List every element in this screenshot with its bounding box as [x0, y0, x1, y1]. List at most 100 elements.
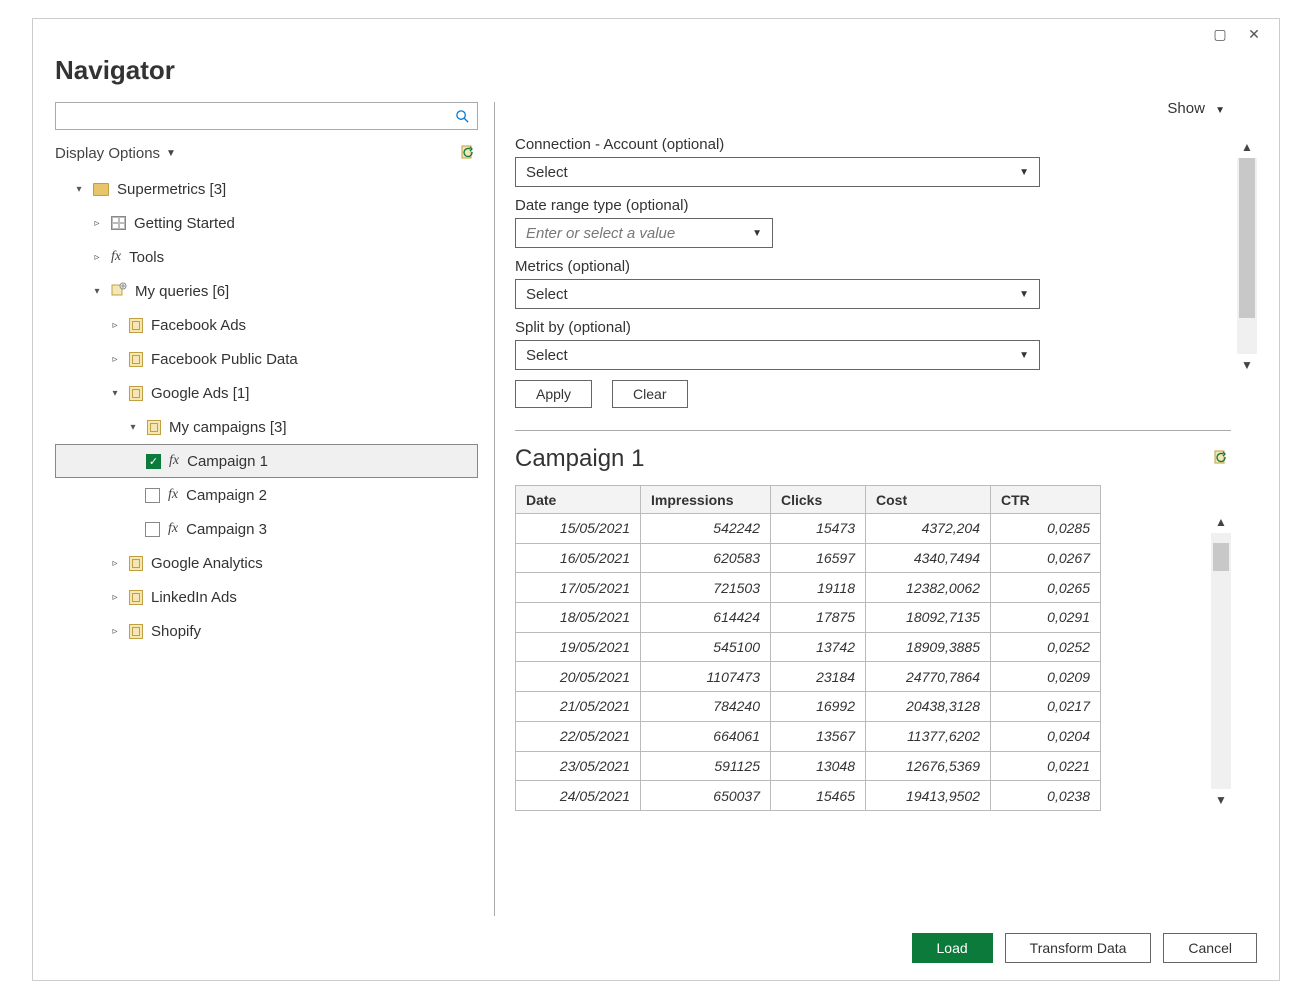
select-value: Select: [526, 286, 568, 303]
query-icon: [129, 386, 143, 401]
table-cell: 20/05/2021: [516, 662, 641, 692]
checkbox-unchecked[interactable]: [145, 488, 160, 503]
window-maximize-icon[interactable]: ▢: [1203, 22, 1237, 46]
table-row[interactable]: 18/05/20216144241787518092,71350,0291: [516, 603, 1101, 633]
splitby-label: Split by (optional): [515, 319, 1231, 336]
table-cell: 19118: [771, 573, 866, 603]
cancel-button[interactable]: Cancel: [1163, 933, 1257, 963]
form-scrollbar[interactable]: ▲ ▼: [1237, 136, 1257, 376]
table-cell: 13048: [771, 751, 866, 781]
daterange-select[interactable]: Enter or select a value ▼: [515, 218, 773, 248]
search-input[interactable]: [56, 103, 447, 129]
table-row[interactable]: 21/05/20217842401699220438,31280,0217: [516, 692, 1101, 722]
button-label: Transform Data: [1030, 940, 1127, 956]
table-cell: 545100: [641, 632, 771, 662]
table-cell: 15465: [771, 781, 866, 811]
fx-icon: fx: [168, 521, 178, 537]
table-row[interactable]: 15/05/2021542242154734372,2040,0285: [516, 514, 1101, 544]
column-header[interactable]: Impressions: [641, 486, 771, 514]
apply-button[interactable]: Apply: [515, 380, 592, 408]
checkbox-checked[interactable]: ✓: [146, 454, 161, 469]
connection-select[interactable]: Select ▼: [515, 157, 1040, 187]
tree-item-linkedin-ads[interactable]: ▹ LinkedIn Ads: [55, 580, 478, 614]
preview-table: DateImpressionsClicksCostCTR 15/05/20215…: [515, 485, 1101, 811]
tree-label: Google Analytics: [151, 555, 263, 572]
table-cell: 16597: [771, 543, 866, 573]
window-close-icon[interactable]: ✕: [1237, 22, 1271, 46]
scroll-down-icon[interactable]: ▼: [1211, 789, 1231, 811]
tree-item-google-ads[interactable]: ▾ Google Ads [1]: [55, 376, 478, 410]
table-cell: 15473: [771, 514, 866, 544]
table-cell: 13742: [771, 632, 866, 662]
table-cell: 17/05/2021: [516, 573, 641, 603]
tree-item-tools[interactable]: ▹ fx Tools: [55, 240, 478, 274]
chevron-down-icon: ▾: [91, 286, 103, 297]
scroll-up-icon[interactable]: ▲: [1211, 511, 1231, 533]
tree-label: Facebook Public Data: [151, 351, 298, 368]
tree-item-getting-started[interactable]: ▹ Getting Started: [55, 206, 478, 240]
refresh-icon[interactable]: [460, 144, 478, 162]
table-cell: 0,0265: [991, 573, 1101, 603]
table-row[interactable]: 23/05/20215911251304812676,53690,0221: [516, 751, 1101, 781]
query-icon: [129, 352, 143, 367]
table-row[interactable]: 24/05/20216500371546519413,95020,0238: [516, 781, 1101, 811]
tree-item-google-analytics[interactable]: ▹ Google Analytics: [55, 546, 478, 580]
tree-label: Facebook Ads: [151, 317, 246, 334]
tree-item-facebook-ads[interactable]: ▹ Facebook Ads: [55, 308, 478, 342]
chevron-right-icon: ▹: [91, 218, 103, 229]
splitby-select[interactable]: Select ▼: [515, 340, 1040, 370]
tree-item-campaign-1[interactable]: ✓ fx Campaign 1: [55, 444, 478, 478]
divider: [515, 430, 1231, 431]
table-row[interactable]: 17/05/20217215031911812382,00620,0265: [516, 573, 1101, 603]
tree-item-supermetrics[interactable]: ▾ Supermetrics [3]: [55, 172, 478, 206]
table-cell: 1107473: [641, 662, 771, 692]
transform-data-button[interactable]: Transform Data: [1005, 933, 1152, 963]
tree-item-my-campaigns[interactable]: ▾ My campaigns [3]: [55, 410, 478, 444]
chevron-right-icon: ▹: [109, 626, 121, 637]
checkbox-unchecked[interactable]: [145, 522, 160, 537]
tree-item-facebook-public-data[interactable]: ▹ Facebook Public Data: [55, 342, 478, 376]
table-cell: 21/05/2021: [516, 692, 641, 722]
tree-item-my-queries[interactable]: ▾ My queries [6]: [55, 274, 478, 308]
table-row[interactable]: 19/05/20215451001374218909,38850,0252: [516, 632, 1101, 662]
metrics-select[interactable]: Select ▼: [515, 279, 1040, 309]
tree-label: Tools: [129, 249, 164, 266]
preview-title: Campaign 1: [515, 445, 644, 473]
column-header[interactable]: Date: [516, 486, 641, 514]
table-cell: 12382,0062: [866, 573, 991, 603]
column-header[interactable]: CTR: [991, 486, 1101, 514]
query-icon: [129, 624, 143, 639]
tree-item-shopify[interactable]: ▹ Shopify: [55, 614, 478, 648]
table-cell: 591125: [641, 751, 771, 781]
load-button[interactable]: Load: [912, 933, 993, 963]
tree-label: Supermetrics [3]: [117, 181, 226, 198]
display-options-label: Display Options: [55, 145, 160, 162]
refresh-preview-icon[interactable]: [1213, 449, 1231, 470]
show-dropdown[interactable]: Show ▼: [1167, 102, 1225, 117]
chevron-down-icon: ▼: [752, 228, 762, 239]
page-title: Navigator: [55, 55, 1257, 86]
table-row[interactable]: 20/05/202111074732318424770,78640,0209: [516, 662, 1101, 692]
chevron-down-icon: ▼: [1019, 167, 1029, 178]
tree-item-campaign-3[interactable]: fx Campaign 3: [55, 512, 478, 546]
tree-label: Shopify: [151, 623, 201, 640]
table-scrollbar[interactable]: ▲ ▼: [1211, 511, 1231, 811]
tree-item-campaign-2[interactable]: fx Campaign 2: [55, 478, 478, 512]
scroll-down-icon[interactable]: ▼: [1237, 354, 1257, 376]
search-input-container: [55, 102, 478, 130]
table-cell: 17875: [771, 603, 866, 633]
display-options-dropdown[interactable]: Display Options ▼: [55, 145, 176, 162]
table-row[interactable]: 22/05/20216640611356711377,62020,0204: [516, 721, 1101, 751]
folder-icon: [93, 183, 109, 196]
clear-button[interactable]: Clear: [612, 380, 687, 408]
search-icon[interactable]: [447, 103, 477, 129]
table-cell: 24770,7864: [866, 662, 991, 692]
column-header[interactable]: Clicks: [771, 486, 866, 514]
query-icon: [129, 556, 143, 571]
scroll-up-icon[interactable]: ▲: [1237, 136, 1257, 158]
table-cell: 22/05/2021: [516, 721, 641, 751]
table-icon: [111, 216, 126, 230]
column-header[interactable]: Cost: [866, 486, 991, 514]
chevron-down-icon: ▾: [109, 388, 121, 399]
table-row[interactable]: 16/05/2021620583165974340,74940,0267: [516, 543, 1101, 573]
